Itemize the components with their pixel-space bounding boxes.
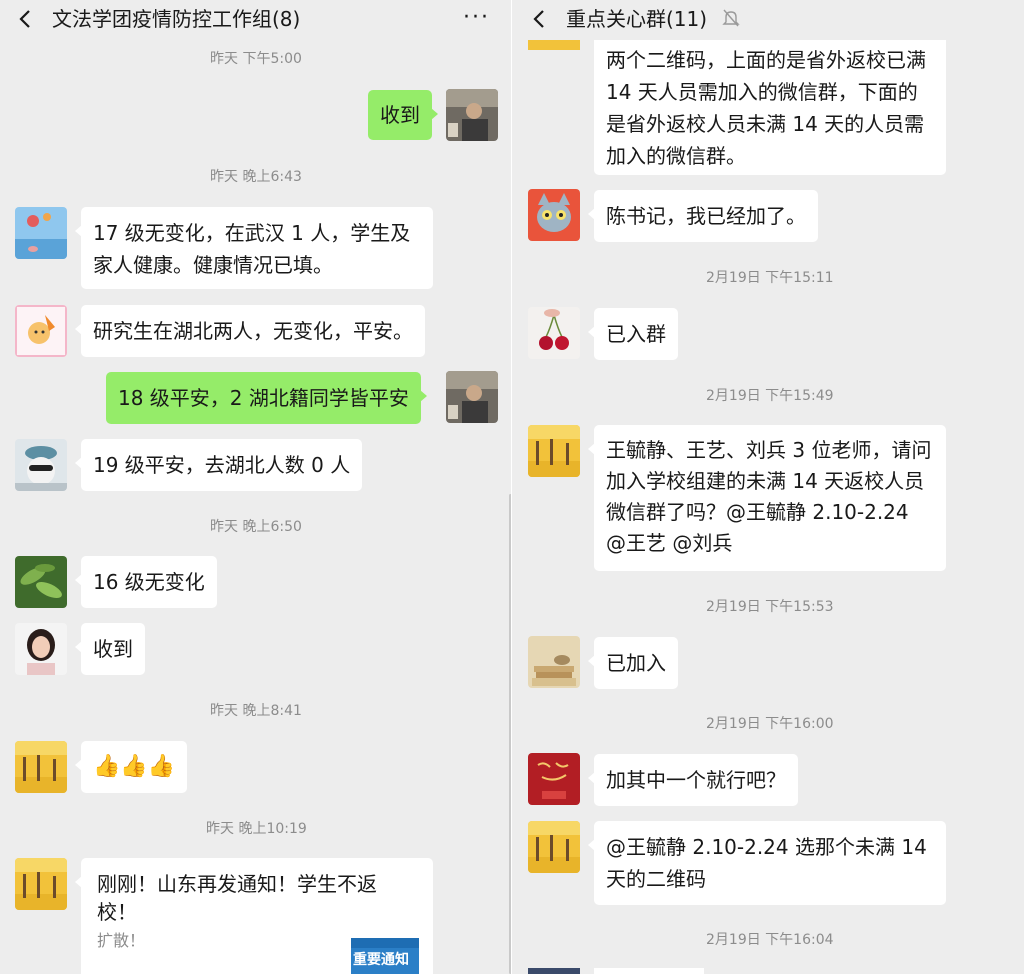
chat-header: 文法学团疫情防控工作组(8) ··· — [0, 0, 512, 40]
avatar-ginkgo-trees[interactable] — [528, 425, 580, 477]
message-bubble-incoming[interactable]: 王毓静、王艺、刘兵 3 位老师，请问加入学校组建的未满 14 天返校人员微信群了… — [588, 425, 946, 571]
right-chat-panel: 两个二维码，上面的是省外返校已满 14 天人员需加入的微信群，下面的是省外返校人… — [512, 0, 1024, 974]
avatar-ginkgo-trees[interactable] — [15, 741, 67, 793]
avatar-books[interactable] — [528, 636, 580, 688]
chat-header: 重点关心群(11) — [512, 0, 1024, 40]
avatar-cherries[interactable] — [528, 307, 580, 359]
timestamp: 昨天 下午5:00 — [210, 51, 302, 67]
message-bubble-outgoing[interactable]: 18 级平安，2 湖北籍同学皆平安 — [106, 372, 427, 424]
message-bubble-incoming[interactable]: 17 级无变化，在武汉 1 人，学生及家人健康。健康情况已填。 — [75, 207, 433, 289]
avatar-balloon[interactable] — [15, 207, 67, 259]
message-bubble-incoming[interactable]: @王毓静 2.10-2.24 选那个未满 14 天的二维码 — [588, 821, 946, 905]
link-card-thumbnail: 重要通知 — [351, 938, 419, 974]
timestamp: 昨天 晚上6:43 — [210, 169, 302, 185]
avatar-leaves[interactable] — [15, 556, 67, 608]
timestamp: 2月19日 下午16:00 — [706, 716, 834, 732]
message-bubble-incoming[interactable]: 两个二维码，上面的是省外返校已满 14 天人员需加入的微信群，下面的是省外返校人… — [594, 30, 946, 175]
avatar-ginkgo-trees[interactable] — [528, 821, 580, 873]
avatar-ginkgo-trees[interactable] — [15, 858, 67, 910]
message-bubble-incoming[interactable]: 19 级平安，去湖北人数 0 人 — [74, 439, 363, 491]
message-bubble-incoming[interactable]: 收到 — [75, 623, 145, 675]
message-bubble-incoming[interactable]: 加其中一个就行吧？ — [588, 754, 798, 806]
message-bubble-incoming[interactable]: 研究生在湖北两人，无变化，平安。 — [75, 305, 425, 357]
timestamp: 昨天 晚上6:50 — [210, 519, 302, 535]
avatar-woman[interactable] — [15, 623, 67, 675]
avatar-partial — [528, 40, 580, 50]
avatar-partial — [528, 968, 580, 974]
chat-title: 重点关心群(11) — [566, 7, 708, 31]
message-bubble-incoming[interactable]: 👍👍👍 — [74, 741, 188, 793]
timestamp: 昨天 晚上8:41 — [210, 703, 302, 719]
left-chat-panel: 文法学团疫情防控工作组(8) ··· 昨天 下午5:00 收到 昨天 晚上6:4… — [0, 0, 512, 974]
avatar-cartoon-cat[interactable] — [528, 189, 580, 241]
avatar-self[interactable] — [446, 89, 498, 141]
back-arrow-icon[interactable] — [532, 9, 546, 29]
message-bubble-incoming[interactable]: 已入群 — [588, 308, 678, 360]
timestamp: 2月19日 下午15:53 — [706, 599, 834, 615]
avatar-red-calligraphy[interactable] — [528, 753, 580, 805]
message-bubble-incoming[interactable]: 16 级无变化 — [75, 556, 217, 608]
avatar-self[interactable] — [446, 371, 498, 423]
mute-bell-icon — [722, 9, 740, 27]
message-bubble-outgoing[interactable]: 收到 — [368, 90, 438, 140]
chat-title: 文法学团疫情防控工作组(8) — [52, 7, 301, 31]
avatar-cartoon[interactable] — [15, 305, 67, 357]
message-bubble-incoming[interactable]: 陈书记，我已经加了。 — [588, 190, 818, 242]
back-arrow-icon[interactable] — [18, 9, 32, 29]
timestamp: 2月19日 下午16:04 — [706, 932, 834, 948]
message-bubble-incoming[interactable]: 已加入 — [588, 637, 678, 689]
link-card-title: 刚刚！山东再发通知！学生不返校！ — [97, 872, 377, 924]
timestamp: 2月19日 下午15:11 — [706, 270, 834, 286]
message-bubble-partial — [594, 968, 704, 974]
timestamp: 昨天 晚上10:19 — [206, 821, 307, 837]
timestamp: 2月19日 下午15:49 — [706, 388, 834, 404]
link-card[interactable]: 刚刚！山东再发通知！学生不返校！ 扩散！ 重要通知 — [75, 858, 433, 974]
avatar-cat[interactable] — [15, 439, 67, 491]
more-options-icon[interactable]: ··· — [463, 7, 490, 29]
